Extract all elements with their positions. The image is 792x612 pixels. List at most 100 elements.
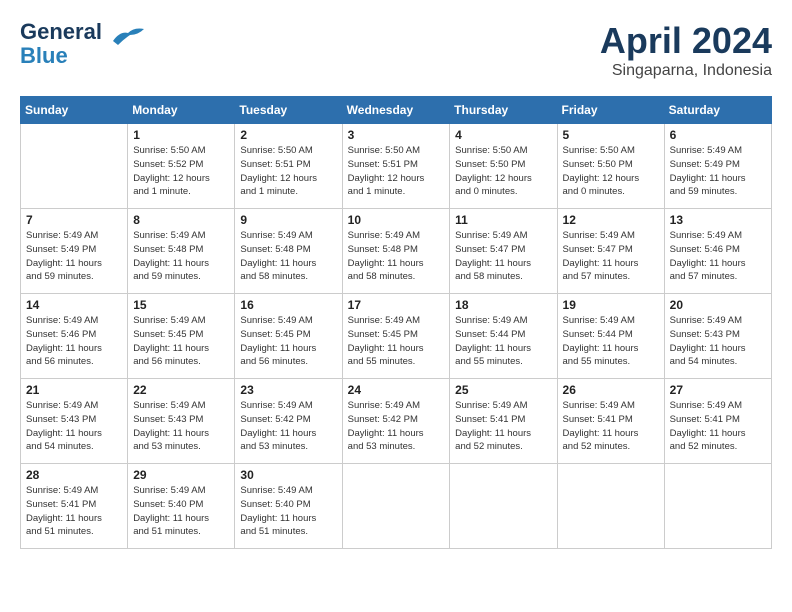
day-number: 20 xyxy=(670,298,766,312)
day-number: 24 xyxy=(348,383,445,397)
day-info: Sunrise: 5:50 AMSunset: 5:51 PMDaylight:… xyxy=(348,144,445,199)
day-number: 15 xyxy=(133,298,229,312)
day-number: 11 xyxy=(455,213,551,227)
calendar-cell xyxy=(664,464,771,549)
weekday-header-monday: Monday xyxy=(128,97,235,124)
day-number: 26 xyxy=(563,383,659,397)
day-number: 14 xyxy=(26,298,122,312)
calendar-cell: 15 Sunrise: 5:49 AMSunset: 5:45 PMDayligh… xyxy=(128,294,235,379)
day-info: Sunrise: 5:49 AMSunset: 5:48 PMDaylight:… xyxy=(133,229,229,284)
day-info: Sunrise: 5:49 AMSunset: 5:41 PMDaylight:… xyxy=(563,399,659,454)
day-info: Sunrise: 5:49 AMSunset: 5:40 PMDaylight:… xyxy=(240,484,336,539)
calendar-cell xyxy=(557,464,664,549)
day-info: Sunrise: 5:50 AMSunset: 5:50 PMDaylight:… xyxy=(563,144,659,199)
day-number: 27 xyxy=(670,383,766,397)
day-number: 17 xyxy=(348,298,445,312)
day-info: Sunrise: 5:49 AMSunset: 5:45 PMDaylight:… xyxy=(348,314,445,369)
day-info: Sunrise: 5:50 AMSunset: 5:50 PMDaylight:… xyxy=(455,144,551,199)
calendar-cell: 1 Sunrise: 5:50 AMSunset: 5:52 PMDaylight… xyxy=(128,124,235,209)
calendar-cell: 11 Sunrise: 5:49 AMSunset: 5:47 PMDayligh… xyxy=(450,209,557,294)
day-info: Sunrise: 5:49 AMSunset: 5:41 PMDaylight:… xyxy=(455,399,551,454)
calendar-cell: 18Sunrise: 5:49 AMSunset: 5:44 PMDayligh… xyxy=(450,294,557,379)
calendar-cell: 7 Sunrise: 5:49 AMSunset: 5:49 PMDaylight… xyxy=(21,209,128,294)
weekday-header-wednesday: Wednesday xyxy=(342,97,450,124)
calendar-cell: 24Sunrise: 5:49 AMSunset: 5:42 PMDayligh… xyxy=(342,379,450,464)
calendar-cell: 19Sunrise: 5:49 AMSunset: 5:44 PMDayligh… xyxy=(557,294,664,379)
day-number: 4 xyxy=(455,128,551,142)
day-info: Sunrise: 5:49 AMSunset: 5:42 PMDaylight:… xyxy=(240,399,336,454)
day-info: Sunrise: 5:49 AMSunset: 5:43 PMDaylight:… xyxy=(133,399,229,454)
weekday-header-thursday: Thursday xyxy=(450,97,557,124)
day-info: Sunrise: 5:49 AMSunset: 5:46 PMDaylight:… xyxy=(670,229,766,284)
calendar-cell: 6 Sunrise: 5:49 AMSunset: 5:49 PMDaylight… xyxy=(664,124,771,209)
calendar-cell: 8 Sunrise: 5:49 AMSunset: 5:48 PMDaylight… xyxy=(128,209,235,294)
day-number: 30 xyxy=(240,468,336,482)
day-number: 16 xyxy=(240,298,336,312)
day-number: 6 xyxy=(670,128,766,142)
day-number: 29 xyxy=(133,468,229,482)
day-number: 3 xyxy=(348,128,445,142)
day-number: 25 xyxy=(455,383,551,397)
day-info: Sunrise: 5:49 AMSunset: 5:48 PMDaylight:… xyxy=(348,229,445,284)
logo: General Blue xyxy=(20,20,146,68)
calendar-cell: 13 Sunrise: 5:49 AMSunset: 5:46 PMDayligh… xyxy=(664,209,771,294)
calendar-cell: 28 Sunrise: 5:49 AMSunset: 5:41 PMDayligh… xyxy=(21,464,128,549)
day-number: 28 xyxy=(26,468,122,482)
calendar-cell: 4 Sunrise: 5:50 AMSunset: 5:50 PMDaylight… xyxy=(450,124,557,209)
weekday-header-tuesday: Tuesday xyxy=(235,97,342,124)
month-title: April 2024 xyxy=(600,20,772,62)
day-number: 21 xyxy=(26,383,122,397)
day-info: Sunrise: 5:49 AMSunset: 5:49 PMDaylight:… xyxy=(670,144,766,199)
day-info: Sunrise: 5:50 AMSunset: 5:51 PMDaylight:… xyxy=(240,144,336,199)
day-number: 12 xyxy=(563,213,659,227)
day-number: 9 xyxy=(240,213,336,227)
calendar-week-row: 7 Sunrise: 5:49 AMSunset: 5:49 PMDaylight… xyxy=(21,209,772,294)
calendar-cell: 23 Sunrise: 5:49 AMSunset: 5:42 PMDayligh… xyxy=(235,379,342,464)
weekday-header-row: SundayMondayTuesdayWednesdayThursdayFrid… xyxy=(21,97,772,124)
weekday-header-saturday: Saturday xyxy=(664,97,771,124)
calendar-cell: 14Sunrise: 5:49 AMSunset: 5:46 PMDayligh… xyxy=(21,294,128,379)
calendar-cell: 25 Sunrise: 5:49 AMSunset: 5:41 PMDayligh… xyxy=(450,379,557,464)
calendar-cell xyxy=(450,464,557,549)
calendar-week-row: 1 Sunrise: 5:50 AMSunset: 5:52 PMDaylight… xyxy=(21,124,772,209)
day-info: Sunrise: 5:49 AMSunset: 5:47 PMDaylight:… xyxy=(455,229,551,284)
day-info: Sunrise: 5:49 AMSunset: 5:41 PMDaylight:… xyxy=(26,484,122,539)
day-number: 10 xyxy=(348,213,445,227)
calendar-cell xyxy=(342,464,450,549)
day-info: Sunrise: 5:49 AMSunset: 5:45 PMDaylight:… xyxy=(240,314,336,369)
calendar-cell: 21 Sunrise: 5:49 AMSunset: 5:43 PMDayligh… xyxy=(21,379,128,464)
day-info: Sunrise: 5:49 AMSunset: 5:45 PMDaylight:… xyxy=(133,314,229,369)
page-header: General Blue April 2024 Singaparna, Indo… xyxy=(20,20,772,80)
calendar-cell xyxy=(21,124,128,209)
logo-line2: Blue xyxy=(20,43,68,68)
calendar-cell: 12Sunrise: 5:49 AMSunset: 5:47 PMDayligh… xyxy=(557,209,664,294)
day-number: 2 xyxy=(240,128,336,142)
calendar-week-row: 28 Sunrise: 5:49 AMSunset: 5:41 PMDayligh… xyxy=(21,464,772,549)
calendar-cell: 5 Sunrise: 5:50 AMSunset: 5:50 PMDaylight… xyxy=(557,124,664,209)
day-info: Sunrise: 5:49 AMSunset: 5:41 PMDaylight:… xyxy=(670,399,766,454)
day-number: 7 xyxy=(26,213,122,227)
calendar-week-row: 14Sunrise: 5:49 AMSunset: 5:46 PMDayligh… xyxy=(21,294,772,379)
day-number: 5 xyxy=(563,128,659,142)
day-info: Sunrise: 5:49 AMSunset: 5:40 PMDaylight:… xyxy=(133,484,229,539)
calendar-cell: 2 Sunrise: 5:50 AMSunset: 5:51 PMDaylight… xyxy=(235,124,342,209)
calendar-cell: 29 Sunrise: 5:49 AMSunset: 5:40 PMDayligh… xyxy=(128,464,235,549)
logo-line1: General xyxy=(20,19,102,44)
title-block: April 2024 Singaparna, Indonesia xyxy=(600,20,772,80)
day-info: Sunrise: 5:49 AMSunset: 5:43 PMDaylight:… xyxy=(26,399,122,454)
day-number: 18 xyxy=(455,298,551,312)
calendar-cell: 3 Sunrise: 5:50 AMSunset: 5:51 PMDaylight… xyxy=(342,124,450,209)
calendar-cell: 20 Sunrise: 5:49 AMSunset: 5:43 PMDayligh… xyxy=(664,294,771,379)
weekday-header-friday: Friday xyxy=(557,97,664,124)
day-info: Sunrise: 5:49 AMSunset: 5:49 PMDaylight:… xyxy=(26,229,122,284)
day-number: 19 xyxy=(563,298,659,312)
calendar-cell: 10 Sunrise: 5:49 AMSunset: 5:48 PMDayligh… xyxy=(342,209,450,294)
day-info: Sunrise: 5:50 AMSunset: 5:52 PMDaylight:… xyxy=(133,144,229,199)
day-number: 13 xyxy=(670,213,766,227)
day-number: 1 xyxy=(133,128,229,142)
weekday-header-sunday: Sunday xyxy=(21,97,128,124)
calendar-cell: 30 Sunrise: 5:49 AMSunset: 5:40 PMDayligh… xyxy=(235,464,342,549)
day-number: 8 xyxy=(133,213,229,227)
day-number: 23 xyxy=(240,383,336,397)
day-info: Sunrise: 5:49 AMSunset: 5:43 PMDaylight:… xyxy=(670,314,766,369)
